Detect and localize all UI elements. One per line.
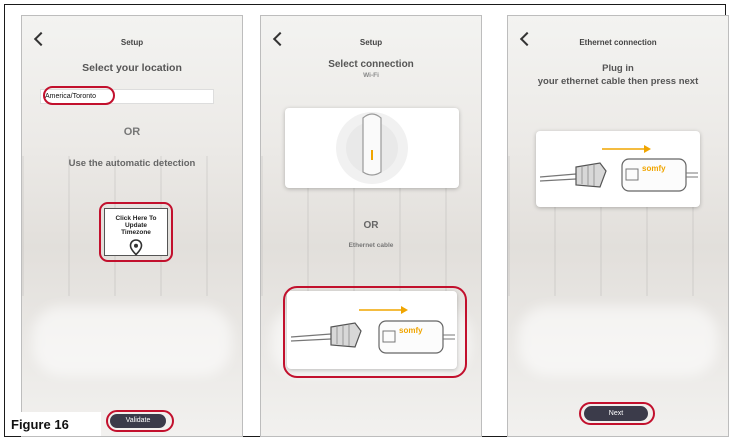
auto-detect-text: Use the automatic detection <box>68 158 196 169</box>
ethernet-illustration-card: somfy <box>536 131 700 207</box>
ethernet-cable-icon: somfy <box>539 145 698 192</box>
map-pin-icon <box>129 239 143 256</box>
wifi-box-icon <box>336 112 408 184</box>
device-brand-logo: somfy <box>399 326 423 335</box>
update-timezone-button[interactable]: Click Here To Update Timezone <box>104 208 168 256</box>
wifi-option-card[interactable] <box>285 108 459 188</box>
next-button[interactable]: Next <box>584 406 648 421</box>
header-title: Setup <box>359 38 383 47</box>
tz-button-label: Click Here To Update Timezone <box>115 215 157 236</box>
screen-select-location: Setup Select your location America/Toron… <box>21 15 243 437</box>
or-text: OR <box>363 220 379 231</box>
instruction-line1: Plug in <box>602 63 634 74</box>
screen-select-connection: Setup Select connection Wi-Fi OR Etherne… <box>260 15 482 437</box>
ethernet-label: Ethernet cable <box>348 242 394 249</box>
validate-button[interactable]: Validate <box>110 414 166 428</box>
page-title: Select connection <box>328 59 414 70</box>
ethernet-cable-icon: somfy <box>290 306 455 354</box>
header-title: Setup <box>120 38 144 47</box>
page-title: Select your location <box>82 62 182 74</box>
header-title: Ethernet connection <box>579 38 657 47</box>
or-text: OR <box>123 126 141 138</box>
device-brand-logo: somfy <box>642 164 666 173</box>
figure-label: Figure 16 <box>5 412 101 436</box>
figure-frame: Setup Select your location America/Toron… <box>4 4 729 437</box>
wifi-label: Wi-Fi <box>363 72 379 79</box>
screen-ethernet-connection: Ethernet connection Plug in your etherne… <box>507 15 729 437</box>
location-input[interactable]: America/Toronto <box>40 89 214 104</box>
instruction-line2: your ethernet cable then press next <box>537 76 699 87</box>
ethernet-option-card[interactable]: somfy <box>287 291 457 369</box>
